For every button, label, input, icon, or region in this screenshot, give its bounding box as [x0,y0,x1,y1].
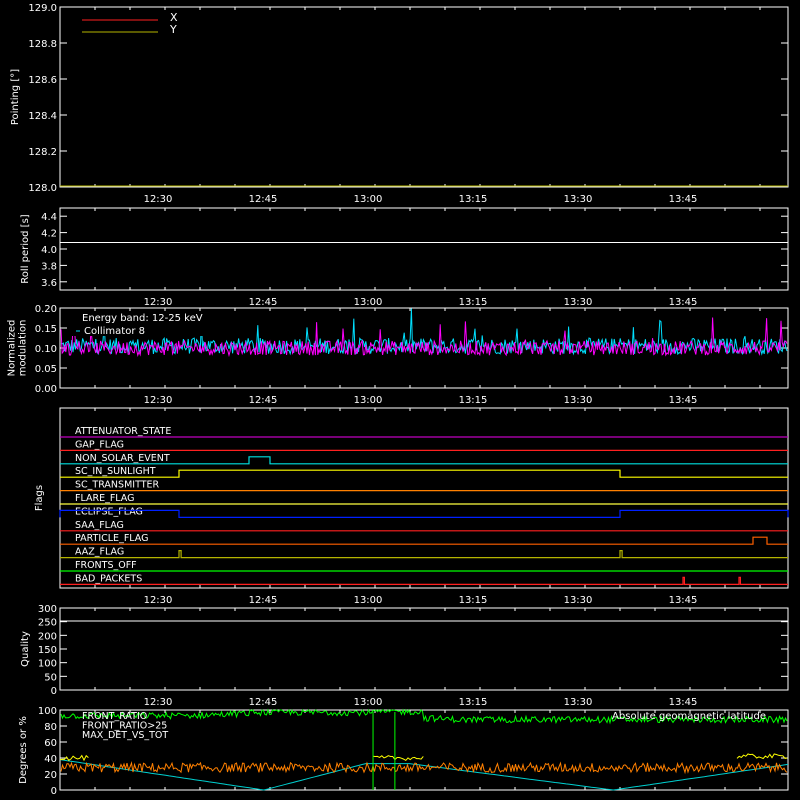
flag-label-aaz-flag: AAZ_FLAG [75,547,124,558]
flag-label-eclipse-flag: ECLIPSE_FLAG [75,506,143,517]
y-tick-label: 80 [44,722,57,733]
flag-label-gap-flag: GAP_FLAG [75,439,124,450]
legend-label-y: Y [169,23,177,36]
y-axis-label: Quality [20,631,31,667]
y-tick-label: 129.0 [28,3,57,14]
x-tick-label: 13:45 [669,297,698,308]
x-tick-label: 13:45 [669,595,698,606]
y-tick-label: 0.05 [35,364,57,375]
x-tick-label: 13:15 [459,395,488,406]
flag-line-eclipse-flag [59,509,789,518]
y-tick-label: 100 [38,706,57,717]
y-tick-label: 128.0 [28,183,57,194]
x-tick-label: 13:30 [564,697,593,708]
y-tick-label: 0.15 [35,324,57,335]
y-tick-label: 128.6 [28,75,57,86]
x-tick-label: 13:15 [459,297,488,308]
flag-line-aaz-flag [60,550,788,559]
flag-label-non-solar-event: NON_SOLAR_EVENT [75,453,170,464]
x-tick-label: 13:15 [459,697,488,708]
x-tick-label: 13:30 [564,395,593,406]
y-tick-label: 0.00 [35,384,57,395]
y-tick-label: 300 [38,604,57,615]
flag-label-fronts-off: FRONTS_OFF [75,560,137,571]
y-tick-label: 50 [44,672,57,683]
x-tick-label: 13:00 [354,697,383,708]
y-tick-label: 128.2 [28,147,57,158]
x-tick-label: 13:45 [669,395,698,406]
rhessi-quicklook-plot: 128.0 128.2 128.4 128.6 128.8 129.0 12:30 12:45… [7,3,789,797]
latitude-legend-label: Absolute geomagnetic latitude [612,711,766,722]
legend-label-2: MAX_DET_VS_TOT [82,730,168,741]
y-axis-label: modulation [18,320,29,377]
x-tick-label: 13:15 [459,595,488,606]
flag-line-particle-flag [60,536,788,545]
y-tick-label: 128.4 [28,111,57,122]
flag-label-saa-flag: SAA_FLAG [75,520,124,531]
legend-label-collimator: Collimator 8 [84,326,145,337]
flag-line-sc-in-sunlight [60,469,788,478]
flag-label-sc-in-sunlight: SC_IN_SUNLIGHT [75,466,156,477]
y-tick-label: 60 [44,738,57,749]
flag-label-particle-flag: PARTICLE_FLAG [75,533,148,544]
y-axis-label: Roll period [s] [20,214,31,283]
flag-label-attenuator-state: ATTENUATOR_STATE [75,426,171,437]
x-tick-label: 12:30 [144,297,173,308]
x-tick-label: 13:30 [564,297,593,308]
flag-label-flare-flag: FLARE_FLAG [75,493,135,504]
x-tick-label: 12:30 [144,194,173,205]
y-axis-label: Flags [34,485,45,511]
x-tick-label: 13:15 [459,194,488,205]
max-det-line [60,761,788,775]
x-tick-label: 13:30 [564,595,593,606]
x-tick-label: 13:45 [669,697,698,708]
x-tick-label: 13:00 [354,395,383,406]
x-tick-label: 13:00 [354,194,383,205]
x-tick-label: 13:00 [354,297,383,308]
y-axis-label: Normalized [7,320,18,377]
front-frame [59,709,789,791]
x-tick-label: 12:30 [144,395,173,406]
latitude-line [59,759,789,791]
x-tick-label: 12:45 [249,194,278,205]
y-tick-label: 128.8 [28,39,57,50]
y-tick-label: 40 [44,754,57,765]
x-tick-label: 12:45 [249,297,278,308]
flag-line-bad-packets [60,576,788,585]
flag-label-bad-packets: BAD_PACKETS [75,573,142,584]
flag-label-sc-transmitter: SC_TRANSMITTER [75,480,160,491]
y-tick-label: 100 [38,659,57,670]
y-axis-label: Pointing [°] [10,69,21,125]
y-tick-label: 3.8 [41,261,57,272]
roll-frame [59,207,789,291]
y-tick-label: 4.2 [41,229,57,240]
quality-frame [59,607,789,691]
y-tick-label: 250 [38,618,57,629]
x-tick-label: 13:30 [564,194,593,205]
y-tick-label: 0.10 [35,344,57,355]
x-tick-label: 13:45 [669,194,698,205]
y-tick-label: 20 [44,770,57,781]
x-tick-label: 12:45 [249,395,278,406]
y-tick-label: 0 [51,786,57,797]
y-tick-label: 0 [51,686,57,697]
y-tick-label: 200 [38,631,57,642]
x-tick-label: 12:30 [144,595,173,606]
y-tick-label: 0.20 [35,304,57,315]
x-tick-label: 12:45 [249,697,278,708]
x-tick-label: 12:45 [249,595,278,606]
energy-band-label: Energy band: 12-25 keV [82,313,203,324]
x-tick-label: 12:30 [144,697,173,708]
y-tick-label: 3.6 [41,278,57,289]
y-tick-label: 4.4 [41,212,57,223]
front-ratio-25-line [59,753,788,762]
y-tick-label: 150 [38,645,57,656]
y-tick-label: 4.0 [41,245,57,256]
x-tick-label: 13:00 [354,595,383,606]
y-axis-label: Degrees or % [18,716,29,784]
